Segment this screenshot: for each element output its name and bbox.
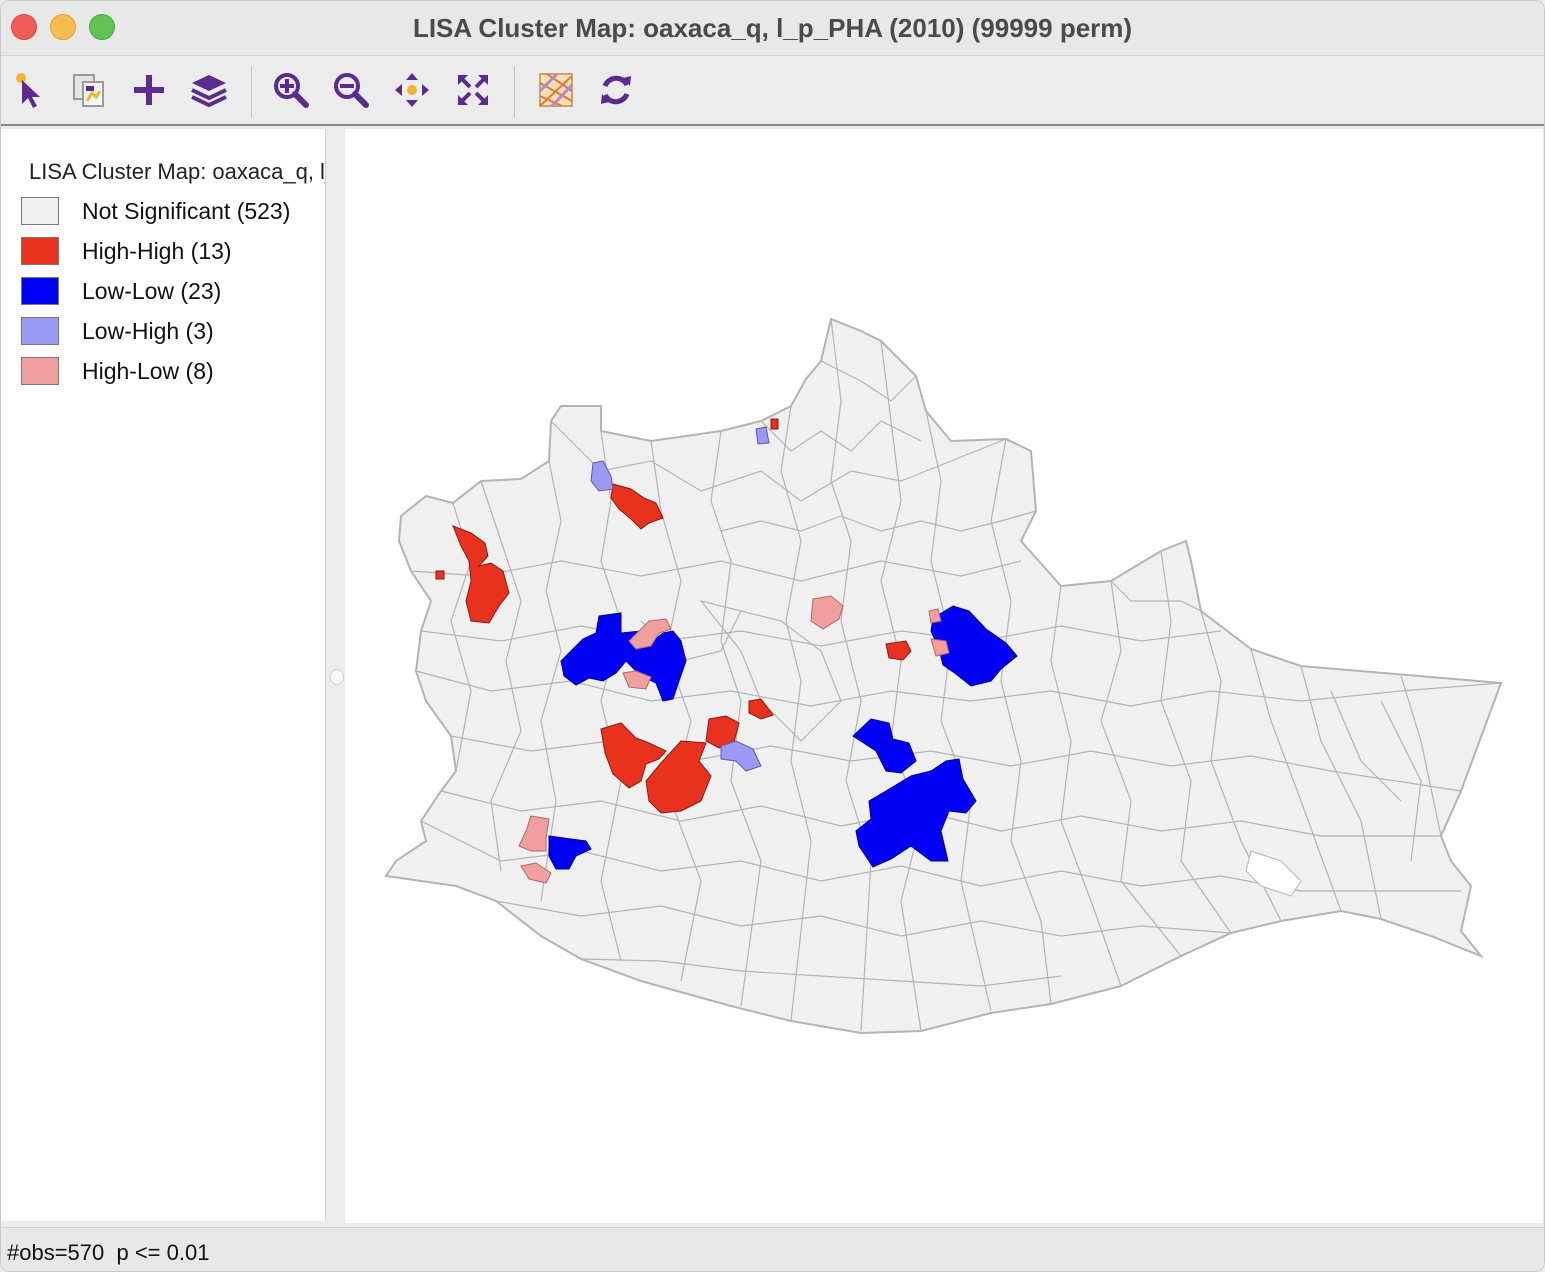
copy-icon (73, 74, 104, 107)
maximize-window-button[interactable] (89, 14, 115, 40)
map-canvas[interactable] (345, 129, 1543, 1223)
zoom-out-button[interactable] (329, 68, 373, 112)
app-window: LISA Cluster Map: oaxaca_q, l_p_PHA (201… (0, 0, 1545, 1272)
copy-image-button[interactable] (67, 68, 111, 112)
legend-panel: LISA Cluster Map: oaxaca_q, l_p_PHA (201… (1, 129, 326, 1221)
status-bar: #obs=570 p <= 0.01 (1, 1227, 1544, 1271)
legend-label: High-High (13) (82, 237, 232, 264)
panel-splitter[interactable] (326, 129, 344, 1221)
legend-swatch (21, 197, 59, 225)
basemap-icon (538, 72, 574, 108)
legend-item-high-high[interactable]: High-High (13) (21, 235, 232, 267)
legend-label: Low-High (3) (82, 317, 214, 344)
pan-icon (395, 73, 429, 107)
legend-swatch (21, 317, 59, 345)
select-tool-button[interactable] (7, 68, 51, 112)
close-window-button[interactable] (11, 14, 37, 40)
layers-button[interactable] (187, 68, 231, 112)
layers-icon (191, 75, 227, 108)
toolbar (1, 56, 1544, 126)
title-bar: LISA Cluster Map: oaxaca_q, l_p_PHA (201… (1, 1, 1544, 56)
add-layer-button[interactable] (127, 68, 171, 112)
pointer-icon (16, 73, 40, 108)
hh-cluster[interactable] (770, 418, 779, 430)
full-extent-button[interactable] (451, 68, 495, 112)
zoom-out-icon (334, 73, 369, 108)
toolbar-separator (514, 66, 515, 118)
legend-label: Low-Low (23) (82, 277, 222, 304)
legend-item-low-low[interactable]: Low-Low (23) (21, 275, 221, 307)
legend-label: Not Significant (523) (82, 197, 291, 224)
legend-item-low-high[interactable]: Low-High (3) (21, 315, 214, 347)
zoom-in-icon (274, 73, 309, 108)
legend-item-not-significant[interactable]: Not Significant (523) (21, 195, 290, 227)
zoom-in-button[interactable] (269, 68, 313, 112)
legend-swatch (21, 357, 59, 385)
status-text: #obs=570 p <= 0.01 (7, 1240, 210, 1265)
refresh-button[interactable] (594, 68, 638, 112)
legend-title: LISA Cluster Map: oaxaca_q, l_p_PHA (201… (29, 159, 325, 184)
plus-icon (134, 75, 164, 105)
fit-extent-icon (458, 75, 488, 105)
minimize-window-button[interactable] (50, 14, 76, 40)
basemap-button[interactable] (534, 68, 578, 112)
oaxaca-cluster-map[interactable] (345, 129, 1543, 1223)
splitter-handle[interactable] (330, 669, 344, 685)
legend-swatch (21, 237, 59, 265)
legend-item-high-low[interactable]: High-Low (8) (21, 355, 214, 387)
legend-label: High-Low (8) (82, 357, 214, 384)
hh-cluster[interactable] (435, 570, 445, 580)
refresh-icon (601, 75, 631, 105)
toolbar-separator (251, 66, 252, 118)
window-controls (11, 14, 115, 40)
legend-swatch (21, 277, 59, 305)
window-title: LISA Cluster Map: oaxaca_q, l_p_PHA (201… (412, 12, 1133, 43)
pan-button[interactable] (390, 68, 434, 112)
